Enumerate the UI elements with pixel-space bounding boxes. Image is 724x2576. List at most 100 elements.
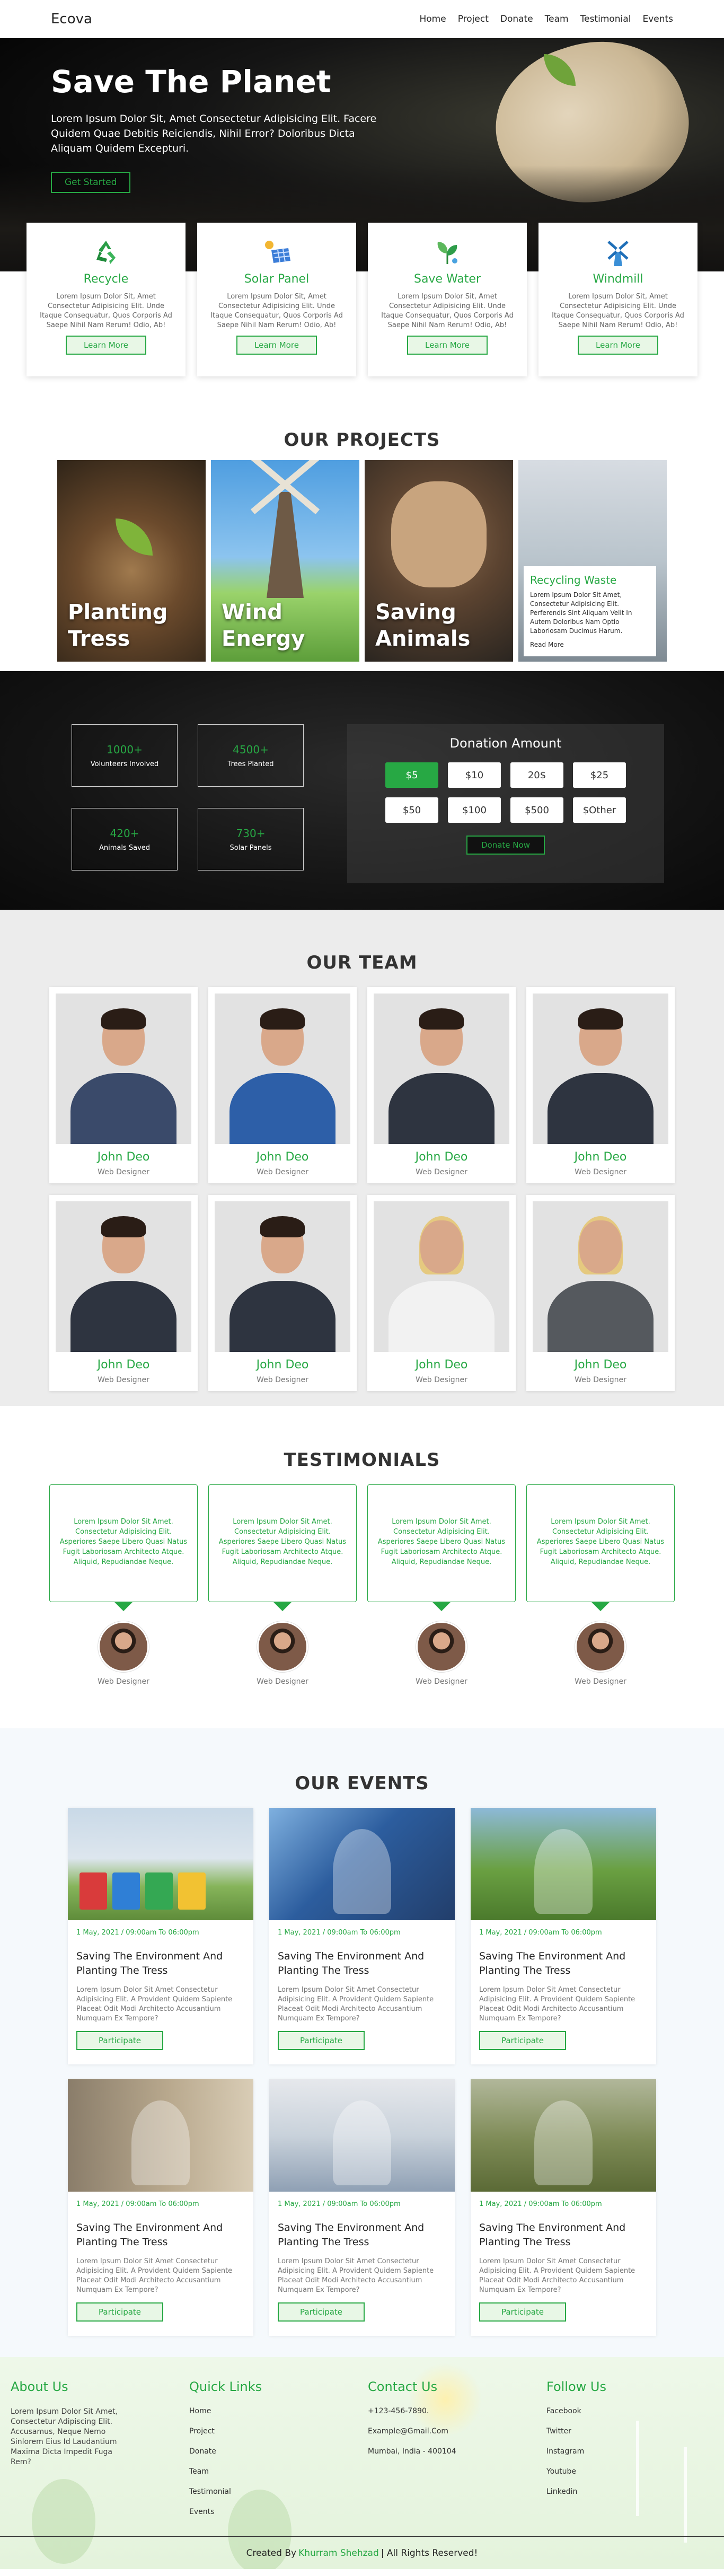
participate-button[interactable]: Participate [278, 2302, 365, 2322]
participate-button[interactable]: Participate [278, 2031, 365, 2050]
amount-option-other[interactable]: $Other [573, 797, 626, 823]
footer-link-youtube[interactable]: Youtube [546, 2467, 724, 2476]
participate-button[interactable]: Participate [479, 2302, 567, 2322]
footer-heading: Contact Us [368, 2379, 438, 2394]
project-recycling-waste[interactable]: Recycling Waste Lorem Ipsum Dolor Sit Am… [518, 460, 667, 662]
member-role: Web Designer [98, 1376, 149, 1384]
read-more-link[interactable]: Read More [530, 641, 564, 648]
footer-link-linkedin[interactable]: Linkedin [546, 2487, 724, 2496]
feature-title: Windmill [593, 272, 643, 286]
footer-link-project[interactable]: Project [189, 2427, 368, 2436]
team-grid: John Deo Web Designer John Deo Web Desig… [0, 987, 724, 1391]
nav-link-project[interactable]: Project [458, 14, 489, 24]
event-title: Saving The Environment And Planting The … [479, 2222, 626, 2248]
footer-email[interactable]: Example@Gmail.Com [368, 2427, 546, 2436]
event-card: 1 May, 2021 / 09:00am To 06:00pm Saving … [471, 1808, 656, 2064]
footer-link-testimonial[interactable]: Testimonial [189, 2487, 368, 2496]
amount-option-50[interactable]: $50 [385, 797, 438, 823]
amount-option-500[interactable]: $500 [510, 797, 563, 823]
brand-logo[interactable]: Ecova [51, 11, 92, 27]
project-saving-animals[interactable]: Saving Animals [365, 460, 513, 662]
footer-follow: Follow Us Facebook Twitter Instagram You… [546, 2379, 724, 2528]
nav-link-events[interactable]: Events [642, 14, 673, 24]
team-member-card: John Deo Web Designer [208, 1195, 357, 1391]
donation-amounts: $5 $10 20$ $25 $50 $100 $500 $Other [355, 762, 657, 823]
member-role: Web Designer [575, 1168, 626, 1176]
testimonial-quote: Lorem Ipsum Dolor Sit Amet. Consectetur … [367, 1484, 516, 1611]
footer-about: About Us Lorem Ipsum Dolor Sit Amet, Con… [11, 2379, 189, 2528]
learn-more-button[interactable]: Learn More [66, 336, 146, 355]
footer-phone[interactable]: +123-456-7890. [368, 2407, 546, 2415]
testimonial-quote: Lorem Ipsum Dolor Sit Amet. Consectetur … [526, 1484, 675, 1611]
amount-option-5[interactable]: $5 [385, 762, 438, 788]
footer-about-text: Lorem Ipsum Dolor Sit Amet, Consectetur … [11, 2407, 118, 2466]
event-date: 1 May, 2021 / 09:00am To 06:00pm [278, 1929, 401, 1937]
learn-more-button[interactable]: Learn More [407, 336, 488, 355]
testimonial-quote: Lorem Ipsum Dolor Sit Amet. Consectetur … [208, 1484, 357, 1611]
amount-option-25[interactable]: $25 [573, 762, 626, 788]
member-photo [56, 994, 191, 1144]
nav-link-testimonial[interactable]: Testimonial [580, 14, 631, 24]
footer-link-team[interactable]: Team [189, 2467, 368, 2476]
participate-button[interactable]: Participate [76, 2031, 164, 2050]
team-member-card: John Deo Web Designer [208, 987, 357, 1183]
participate-button[interactable]: Participate [76, 2302, 164, 2322]
footer-link-home[interactable]: Home [189, 2407, 368, 2415]
amount-option-20[interactable]: 20$ [510, 762, 563, 788]
testimonial-role: Web Designer [257, 1677, 308, 1686]
footer-link-donate[interactable]: Donate [189, 2447, 368, 2456]
member-photo [533, 1201, 668, 1352]
copyright-author[interactable]: Khurram Shehzad [298, 2548, 379, 2559]
event-title: Saving The Environment And Planting The … [76, 2222, 223, 2248]
member-photo [215, 1201, 350, 1352]
donate-now-button[interactable]: Donate Now [466, 836, 545, 855]
member-photo [56, 1201, 191, 1352]
copyright-suffix: | All Rights Reserved! [381, 2547, 478, 2559]
project-card-title: Recycling Waste [530, 574, 617, 586]
testimonial-role: Web Designer [575, 1677, 626, 1686]
event-text: Lorem Ipsum Dolor Sit Amet Consectetur A… [479, 1986, 635, 2023]
project-label-line: Planting [68, 600, 168, 625]
get-started-button[interactable]: Get Started [51, 172, 131, 193]
event-title: Saving The Environment And Planting The … [278, 1950, 425, 1976]
team-member-card: John Deo Web Designer [49, 987, 198, 1183]
member-role: Web Designer [257, 1168, 308, 1176]
learn-more-button[interactable]: Learn More [236, 336, 317, 355]
member-role: Web Designer [416, 1376, 467, 1384]
testimonials-grid: Lorem Ipsum Dolor Sit Amet. Consectetur … [0, 1484, 724, 1686]
footer-link-events[interactable]: Events [189, 2508, 368, 2516]
feature-card-solar-panel: Solar Panel Lorem Ipsum Dolor Sit, Amet … [197, 223, 356, 376]
amount-option-10[interactable]: $10 [448, 762, 501, 788]
footer-link-instagram[interactable]: Instagram [546, 2447, 724, 2456]
nav-link-home[interactable]: Home [420, 14, 446, 24]
footer-heading: Follow Us [546, 2379, 606, 2394]
copyright-bar: Created By Khurram Shehzad | All Rights … [0, 2536, 724, 2569]
project-label: Planting Tress [68, 599, 167, 652]
nav-link-team[interactable]: Team [545, 14, 569, 24]
event-date: 1 May, 2021 / 09:00am To 06:00pm [479, 2200, 602, 2208]
team-member-card: John Deo Web Designer [367, 1195, 516, 1391]
project-wind-energy[interactable]: Wind Energy [211, 460, 359, 662]
footer-heading: About Us [11, 2379, 68, 2394]
footer-columns: About Us Lorem Ipsum Dolor Sit Amet, Con… [0, 2357, 724, 2528]
member-name: John Deo [415, 1358, 468, 1371]
project-label-line: Tress [68, 627, 130, 651]
footer-link-facebook[interactable]: Facebook [546, 2407, 724, 2415]
team-section: OUR TEAM John Deo Web Designer John Deo … [0, 910, 724, 1406]
team-title: OUR TEAM [306, 952, 418, 973]
project-label: Saving Animals [375, 599, 470, 652]
copyright-prefix: Created By [246, 2547, 297, 2559]
stat-label: Trees Planted [227, 760, 274, 768]
testimonials-title: TESTIMONIALS [284, 1449, 440, 1471]
hero-content: Save The Planet Lorem Ipsum Dolor Sit, A… [51, 64, 379, 193]
nav-links: Home Project Donate Team Testimonial Eve… [420, 14, 674, 24]
participate-button[interactable]: Participate [479, 2031, 567, 2050]
project-label-line: Animals [375, 627, 471, 651]
stat-number: 1000+ [107, 743, 143, 756]
footer-link-twitter[interactable]: Twitter [546, 2427, 724, 2436]
amount-option-100[interactable]: $100 [448, 797, 501, 823]
learn-more-button[interactable]: Learn More [578, 336, 658, 355]
nav-link-donate[interactable]: Donate [500, 14, 533, 24]
member-photo [374, 994, 509, 1144]
project-planting-trees[interactable]: Planting Tress [57, 460, 206, 662]
